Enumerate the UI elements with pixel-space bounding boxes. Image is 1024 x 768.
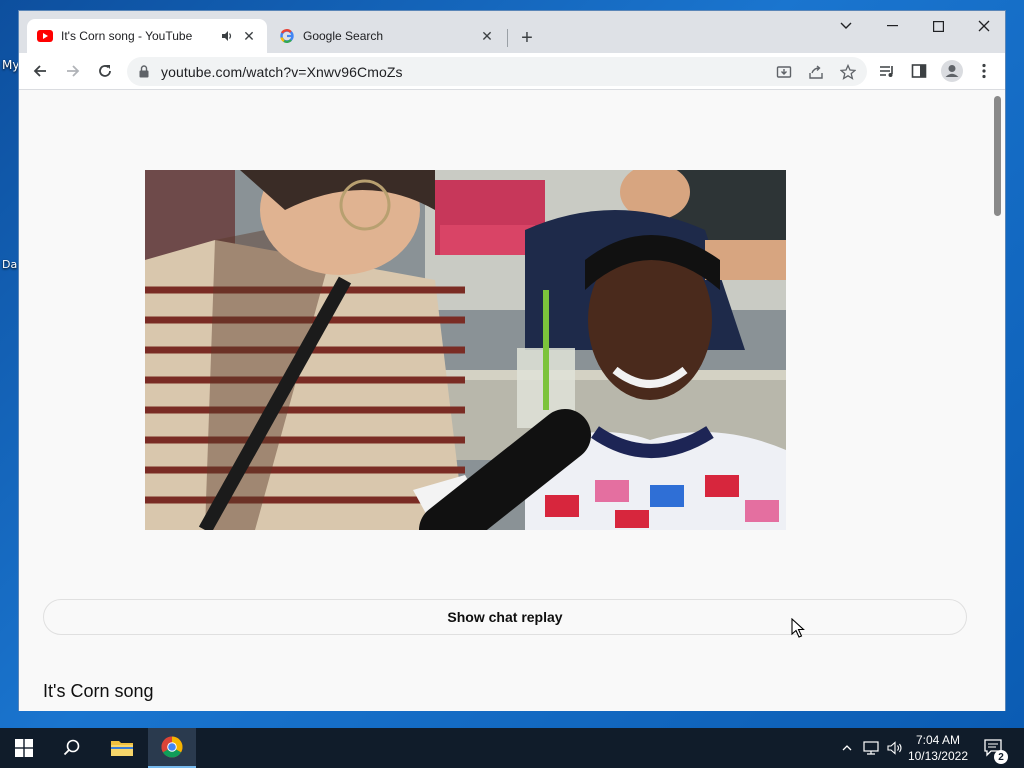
lock-icon[interactable] (139, 65, 153, 78)
browser-toolbar: youtube.com/watch?v=Xnwv96CmoZs (19, 53, 1005, 90)
desktop-icon-label[interactable]: Da (2, 258, 17, 271)
file-explorer-button[interactable] (98, 728, 146, 768)
chrome-icon (161, 736, 183, 758)
clock-date: 10/13/2022 (907, 749, 968, 763)
close-window-button[interactable] (961, 11, 1007, 41)
profile-icon[interactable] (938, 57, 966, 85)
youtube-icon (37, 28, 53, 44)
page-content: Show chat replay It's Corn song (19, 91, 991, 711)
tab-separator (507, 29, 508, 47)
google-icon (279, 28, 295, 44)
desktop-icon-label[interactable]: My (2, 58, 19, 72)
back-icon[interactable] (26, 57, 54, 85)
address-bar[interactable]: youtube.com/watch?v=Xnwv96CmoZs (127, 57, 867, 86)
chrome-taskbar-button[interactable] (148, 728, 196, 768)
close-tab-icon[interactable]: ✕ (479, 28, 495, 44)
install-icon[interactable] (775, 63, 793, 81)
tab-title: Google Search (303, 29, 384, 43)
taskbar: 7:04 AM 10/13/2022 2 (0, 728, 1024, 768)
windows-icon (15, 739, 33, 757)
video-player[interactable] (145, 170, 786, 530)
mouse-cursor-icon (791, 617, 805, 643)
forward-icon[interactable] (59, 57, 87, 85)
show-chat-replay-button[interactable]: Show chat replay (43, 599, 967, 635)
scrollbar-thumb[interactable] (994, 96, 1001, 216)
close-tab-icon[interactable]: ✕ (241, 28, 257, 44)
new-tab-button[interactable]: + (515, 26, 539, 50)
folder-icon (111, 741, 133, 756)
tab-title: It's Corn song - YouTube (61, 29, 193, 43)
side-panel-icon[interactable] (905, 57, 933, 85)
start-button[interactable] (0, 728, 48, 768)
menu-icon[interactable] (970, 57, 998, 85)
taskbar-clock[interactable]: 7:04 AM 10/13/2022 (908, 732, 968, 764)
bookmark-star-icon[interactable] (839, 63, 857, 81)
reading-list-icon[interactable] (873, 57, 901, 85)
video-frame (145, 170, 786, 530)
tab-strip: It's Corn song - YouTube ✕ Google Search… (19, 11, 1005, 53)
notification-center-button[interactable]: 2 (980, 728, 1008, 768)
maximize-button[interactable] (915, 11, 961, 41)
show-hidden-icons-chevron-icon[interactable] (838, 728, 856, 768)
speaker-icon[interactable] (219, 28, 235, 44)
tab-search-chevron-icon[interactable] (823, 11, 869, 41)
search-button[interactable] (48, 728, 96, 768)
browser-window: It's Corn song - YouTube ✕ Google Search… (18, 10, 1006, 711)
reload-icon[interactable] (91, 57, 119, 85)
share-icon[interactable] (807, 63, 825, 81)
volume-icon[interactable] (884, 728, 906, 768)
video-title: It's Corn song (43, 681, 154, 701)
url-text: youtube.com/watch?v=Xnwv96CmoZs (161, 63, 403, 80)
search-icon (63, 739, 80, 756)
tab-youtube[interactable]: It's Corn song - YouTube ✕ (27, 19, 267, 53)
tab-google-search[interactable]: Google Search ✕ (269, 19, 505, 53)
notification-badge: 2 (994, 750, 1008, 764)
network-icon[interactable] (860, 728, 882, 768)
minimize-button[interactable] (869, 11, 915, 41)
clock-time: 7:04 AM (915, 733, 960, 747)
page-scrollbar[interactable] (989, 91, 1005, 711)
